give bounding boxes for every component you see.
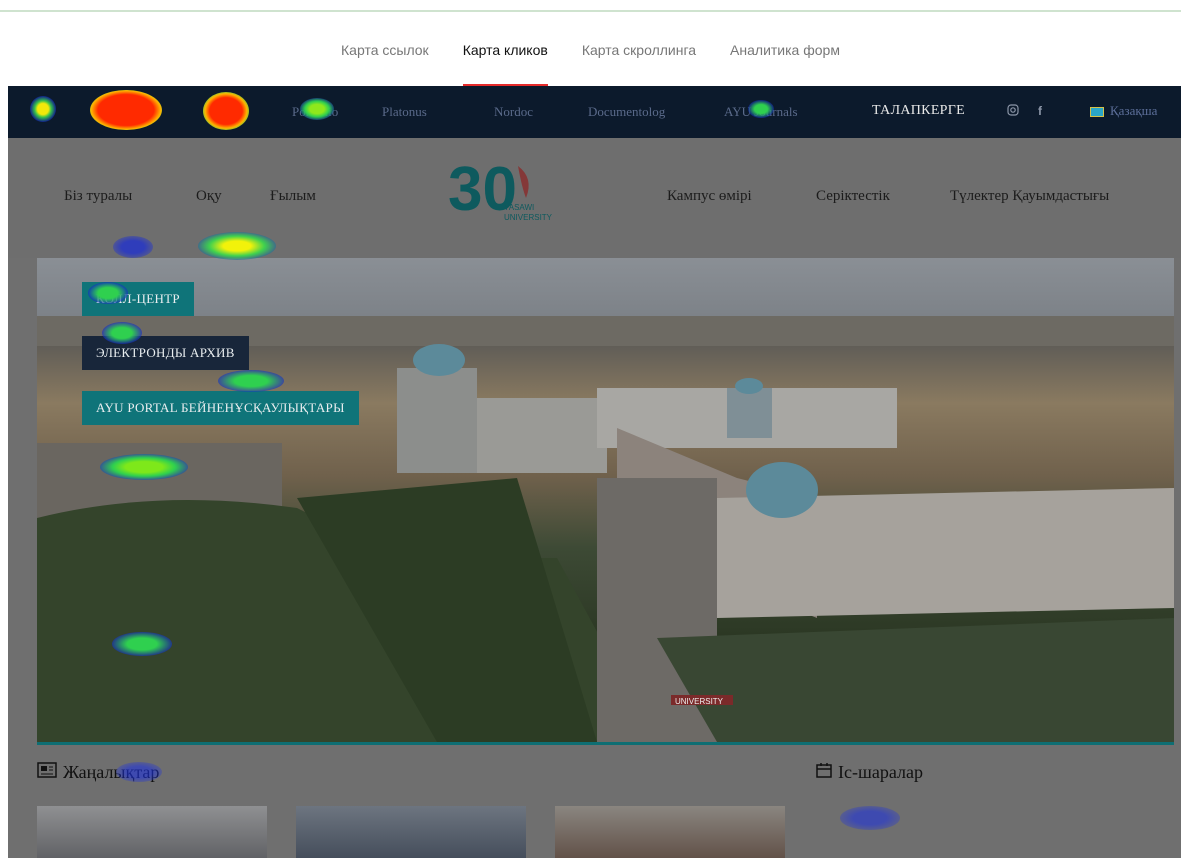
topbar-link-ayu-journals[interactable]: AYU Journals [724, 104, 798, 120]
language-switcher[interactable]: Қазақша [1110, 103, 1157, 119]
news-thumbnail[interactable] [37, 806, 267, 858]
topbar-apply-link[interactable]: ТАЛАПКЕРГЕ [872, 103, 965, 119]
yasawi-university-logo[interactable]: 30 YASAWI UNIVERSITY [448, 148, 558, 228]
tab-link-map[interactable]: Карта ссылок [341, 28, 429, 86]
events-section-title[interactable]: Іс-шаралар [816, 762, 923, 783]
news-thumbnail[interactable] [296, 806, 526, 858]
calendar-icon [816, 762, 832, 783]
events-title-label: Іс-шаралар [838, 762, 923, 782]
instagram-icon[interactable] [1007, 104, 1019, 119]
news-thumbnail[interactable] [555, 806, 785, 858]
campus-sign-text: UNIVERSITY [675, 697, 724, 706]
nav-science[interactable]: Ғылым [270, 188, 316, 205]
news-section-title[interactable]: Жаңалықтар [37, 762, 159, 783]
kazakhstan-flag-icon [1090, 107, 1104, 117]
topbar-link-platonus[interactable]: Platonus [382, 104, 427, 120]
nav-about[interactable]: Біз туралы [64, 188, 132, 205]
nav-alumni[interactable]: Түлектер Қауымдастығы [950, 188, 1109, 205]
analytics-tab-bar: Карта ссылок Карта кликов Карта скроллин… [0, 28, 1181, 87]
nav-partnership[interactable]: Серіктестік [816, 188, 890, 205]
call-center-button[interactable]: КОЛЛ-ЦЕНТР [82, 282, 194, 316]
website-preview: Portfolio Platonus Nordoc Documentolog A… [8, 86, 1181, 858]
news-title-label: Жаңалықтар [63, 762, 160, 782]
heatmap-click-spot [840, 806, 900, 830]
tab-form-analytics[interactable]: Аналитика форм [730, 28, 840, 86]
site-main-nav: Біз туралы Оқу Ғылым 30 YASAWI UNIVERSIT… [8, 138, 1181, 258]
ayu-portal-video-guides-button[interactable]: AYU PORTAL БЕЙНЕНҰСҚАУЛЫҚТАРЫ [82, 391, 359, 425]
topbar-link-documentolog[interactable]: Documentolog [588, 104, 665, 120]
campus-illustration: UNIVERSITY [37, 316, 1174, 742]
electronic-archive-button[interactable]: ЭЛЕКТРОНДЫ АРХИВ [82, 336, 249, 370]
hero-bottom-border [37, 742, 1174, 745]
nav-campus-life[interactable]: Кампус өмірі [667, 188, 752, 205]
hero-campus-image: UNIVERSITY [37, 258, 1174, 742]
analytics-top-border [0, 10, 1181, 12]
newspaper-icon [37, 762, 57, 783]
topbar-link-nordoc[interactable]: Nordoc [494, 104, 533, 120]
site-top-bar: Portfolio Platonus Nordoc Documentolog A… [8, 86, 1181, 138]
logo-text-university: UNIVERSITY [504, 213, 553, 222]
topbar-link-portfolio[interactable]: Portfolio [292, 104, 338, 120]
nav-study[interactable]: Оқу [196, 188, 222, 205]
tab-scroll-map[interactable]: Карта скроллинга [582, 28, 696, 86]
logo-text-yasawi: YASAWI [504, 203, 534, 212]
facebook-icon[interactable]: f [1038, 104, 1042, 118]
tab-click-map[interactable]: Карта кликов [462, 28, 548, 87]
